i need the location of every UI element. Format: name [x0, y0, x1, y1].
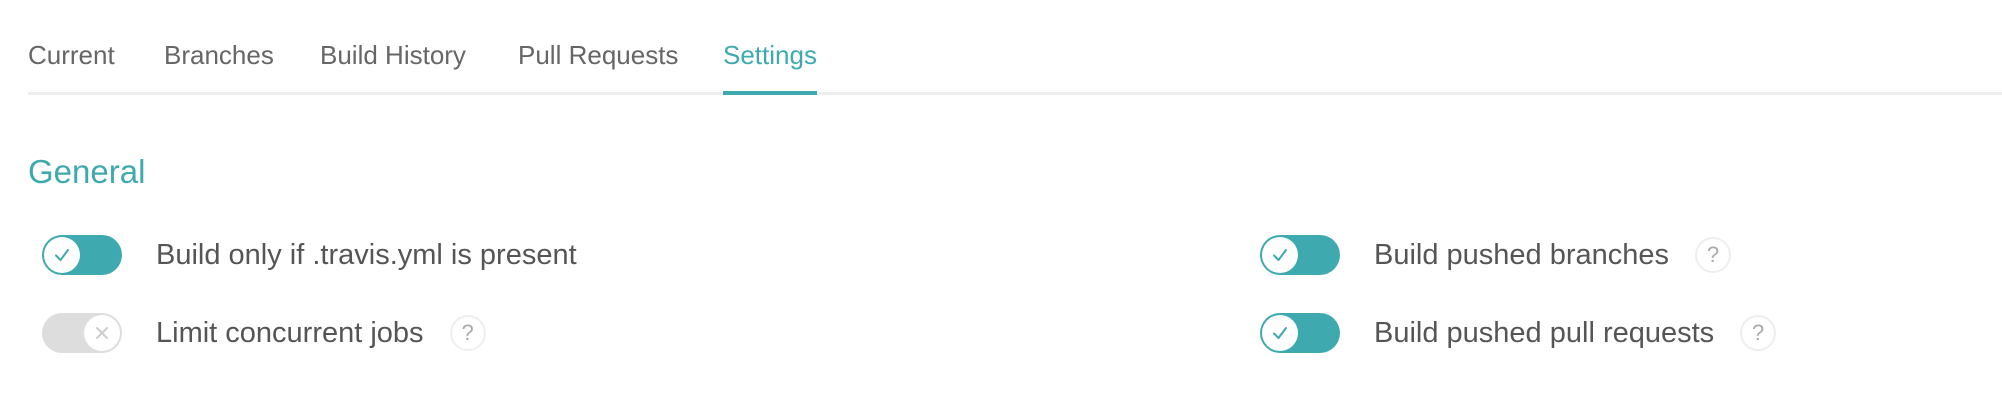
setting-build-pushed-pull-requests: Build pushed pull requests ? [1260, 311, 1777, 355]
toggle-knob [84, 315, 120, 351]
toggle-knob [44, 237, 80, 273]
setting-build-pushed-branches: Build pushed branches ? [1260, 233, 1732, 277]
setting-build-only-if-travis-yml: Build only if .travis.yml is present [42, 233, 577, 277]
check-icon [1273, 327, 1287, 339]
check-icon [55, 249, 69, 261]
setting-label: Limit concurrent jobs [156, 317, 424, 349]
help-icon[interactable]: ? [1695, 237, 1732, 273]
x-icon [96, 327, 108, 339]
toggle-knob [1262, 237, 1298, 273]
help-icon[interactable]: ? [449, 315, 486, 351]
tab-current[interactable]: Current [28, 38, 115, 92]
section-title-general: General [28, 153, 146, 190]
check-icon [1273, 249, 1287, 261]
tab-build-history[interactable]: Build History [320, 38, 466, 92]
tab-bar: Current Branches Build History Pull Requ… [28, 0, 2002, 95]
toggle-build-pushed-branches[interactable] [1260, 235, 1340, 275]
setting-label: Build only if .travis.yml is present [156, 239, 577, 271]
toggle-build-pushed-pull-requests[interactable] [1260, 313, 1340, 353]
toggle-knob [1262, 315, 1298, 351]
toggle-limit-concurrent-jobs[interactable] [42, 313, 122, 353]
tab-settings[interactable]: Settings [723, 38, 817, 95]
tab-branches[interactable]: Branches [164, 38, 274, 92]
setting-limit-concurrent-jobs: Limit concurrent jobs ? [42, 311, 486, 355]
help-icon[interactable]: ? [1740, 315, 1777, 351]
setting-label: Build pushed pull requests [1374, 317, 1715, 349]
setting-label: Build pushed branches [1374, 239, 1670, 271]
tab-pull-requests[interactable]: Pull Requests [518, 38, 678, 92]
toggle-build-only-if-travis-yml[interactable] [42, 235, 122, 275]
